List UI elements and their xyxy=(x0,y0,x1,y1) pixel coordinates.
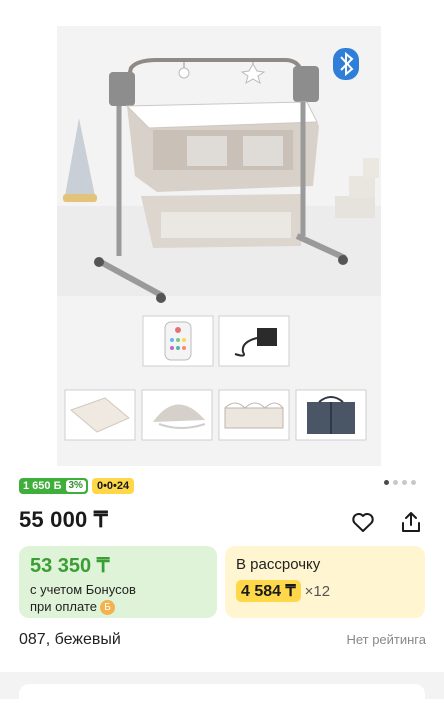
bonus-price: 53 350 ₸ xyxy=(30,555,110,577)
bonus-note-line2: при оплате xyxy=(30,599,97,614)
bonus-note: с учетом Бонусов при оплате Б xyxy=(30,581,206,616)
installment-badge: 0•0•24 xyxy=(91,478,135,494)
pagination-dot[interactable] xyxy=(411,480,416,485)
pagination-dot[interactable] xyxy=(393,480,398,485)
heart-icon xyxy=(352,513,374,532)
installment-row: 4 584 ₸ ×12 xyxy=(236,580,414,602)
pagination-dot[interactable] xyxy=(384,480,389,485)
share-button[interactable] xyxy=(398,509,424,535)
accessory-canopy-thumb xyxy=(141,389,213,441)
product-photo[interactable] xyxy=(57,26,381,466)
pagination-dot[interactable] xyxy=(402,480,407,485)
installment-multiplier: ×12 xyxy=(304,582,331,600)
product-gallery[interactable] xyxy=(0,0,444,468)
accessory-bag-thumb xyxy=(295,389,367,441)
installment-amount: 4 584 ₸ xyxy=(236,580,301,602)
share-icon xyxy=(402,512,420,532)
gallery-pagination[interactable] xyxy=(384,480,416,485)
bonus-percent: 3% xyxy=(65,480,86,492)
bluetooth-icon xyxy=(333,48,359,80)
accessory-panel-thumb xyxy=(218,389,290,441)
accessory-adapter-thumb xyxy=(218,315,290,367)
bonus-note-line2-wrap: при оплате Б xyxy=(30,598,206,616)
favorite-button[interactable] xyxy=(350,509,376,535)
bonus-price-card[interactable]: 53 350 ₸ с учетом Бонусов при оплате Б xyxy=(19,546,217,618)
bottom-section xyxy=(0,672,444,704)
bonus-amount: 1 650 Б xyxy=(23,480,62,492)
bottom-card xyxy=(19,684,425,704)
bonus-note-line1: с учетом Бонусов xyxy=(30,582,136,597)
installment-card[interactable]: В рассрочку 4 584 ₸ ×12 xyxy=(225,546,425,618)
accessory-remote-thumb xyxy=(142,315,214,367)
bonus-badge: 1 650 Б 3% xyxy=(19,478,88,494)
product-price: 55 000 ₸ xyxy=(19,507,108,532)
rating-status[interactable]: Нет рейтинга xyxy=(346,632,426,647)
promo-badges: 1 650 Б 3% 0•0•24 xyxy=(19,478,135,494)
installment-title: В рассрочку xyxy=(236,556,321,573)
accessory-mattress-thumb xyxy=(64,389,136,441)
bonus-coin-icon: Б xyxy=(99,600,115,616)
variant-label: 087, бежевый xyxy=(19,631,121,648)
product-illustration xyxy=(57,26,381,466)
